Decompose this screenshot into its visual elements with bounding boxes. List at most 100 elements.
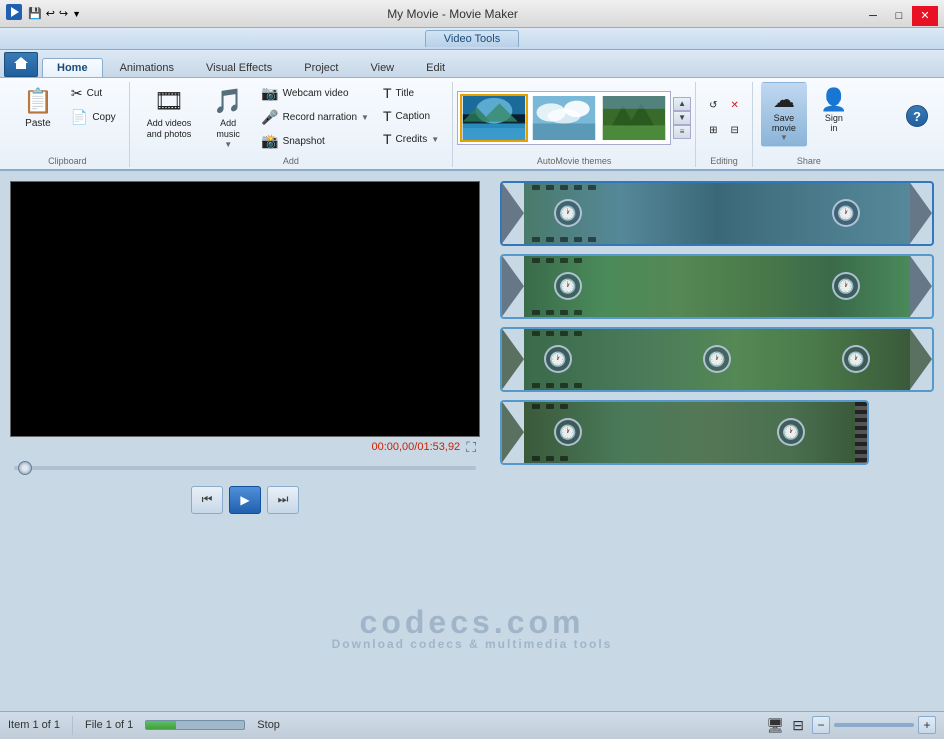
app-title: My Movie - Movie Maker — [85, 7, 820, 21]
video-tools-bar: Video Tools — [0, 28, 944, 50]
film-end-marks — [855, 402, 867, 463]
music-dropdown-arrow: ▼ — [224, 140, 232, 149]
clock-icon-2b: 🕐 — [832, 272, 860, 300]
screen-icon[interactable]: 🖥 — [766, 717, 784, 734]
webcam-button[interactable]: 📷 Webcam video — [256, 82, 374, 105]
theme-items — [457, 91, 671, 145]
help-button[interactable]: ? — [906, 105, 928, 127]
clock-icon-3b: 🕐 — [703, 345, 731, 373]
snapshot-button[interactable]: 📸 Snapshot — [256, 130, 374, 153]
arrow-left-3 — [502, 329, 524, 390]
copy-button[interactable]: 📄 Copy — [66, 106, 121, 129]
editing-buttons: ↺ ✕ — [704, 97, 744, 114]
clock-icon-3a: 🕐 — [544, 345, 572, 373]
status-separator-1 — [72, 716, 73, 735]
editing-label: Editing — [704, 154, 744, 167]
group-add: 🎞 Add videosand photos 🎵 Addmusic ▼ 📷 We… — [130, 82, 453, 167]
scrubber-track[interactable] — [14, 466, 476, 470]
time-display: 00:00,00/01:53,92 — [371, 441, 460, 453]
arrow-right-1 — [910, 183, 932, 244]
editing-buttons-row2: ⊞ ⊟ — [704, 122, 744, 139]
zoom-out-button[interactable]: − — [812, 716, 830, 734]
split-button[interactable]: ⊞ — [704, 122, 722, 139]
arrow-left-4 — [502, 402, 524, 463]
microphone-icon: 🎤 — [261, 109, 278, 126]
record-narration-button[interactable]: 🎤 Record narration ▼ — [256, 106, 374, 129]
clock-icon-1b: 🕐 — [832, 199, 860, 227]
add-videos-button[interactable]: 🎞 Add videosand photos — [138, 82, 201, 145]
item-count: Item 1 of 1 — [8, 719, 60, 731]
next-frame-button[interactable]: ⏭ — [267, 486, 299, 514]
clock-icon-1a: 🕐 — [554, 199, 582, 227]
tab-row: Home Animations Visual Effects Project V… — [0, 50, 944, 77]
status-bar: Item 1 of 1 File 1 of 1 Stop 🖥 ⊟ − + — [0, 711, 944, 739]
theme-scroll-more[interactable]: ≡ — [673, 125, 691, 139]
fullscreen-icon[interactable]: ⛶ — [466, 439, 476, 456]
frames-1: 🕐 🕐 — [524, 183, 910, 244]
cut-button[interactable]: ✂ Cut — [66, 82, 121, 105]
zoom-slider[interactable] — [834, 723, 914, 727]
theme-item-3[interactable] — [600, 94, 668, 142]
trim-button[interactable]: ⊟ — [726, 122, 744, 139]
title-bar: 💾 ↩ ↪ ▼ My Movie - Movie Maker ─ □ ✕ — [0, 0, 944, 28]
tab-home[interactable]: Home — [42, 58, 103, 77]
tab-visual-effects[interactable]: Visual Effects — [191, 58, 287, 77]
video-tools-label[interactable]: Video Tools — [425, 30, 519, 47]
save-movie-button[interactable]: ☁ Savemovie ▼ — [761, 82, 807, 147]
tab-project[interactable]: Project — [289, 58, 353, 77]
film-strip-2: 🕐 🕐 — [502, 256, 932, 317]
timeline-row-4[interactable]: 🕐 🕐 — [500, 400, 869, 465]
film-strip-4: 🕐 🕐 — [502, 402, 867, 463]
theme-item-1[interactable] — [460, 94, 528, 142]
share-content: ☁ Savemovie ▼ 👤 Signin — [761, 82, 857, 154]
save-movie-dropdown-arrow: ▼ — [780, 133, 788, 142]
close-button[interactable]: ✕ — [912, 6, 938, 26]
theme-scroll-up[interactable]: ▲ — [673, 97, 691, 111]
credits-button[interactable]: T Credits ▼ — [378, 128, 444, 150]
scrubber-thumb[interactable] — [18, 461, 32, 475]
rotate-left-button[interactable]: ↺ — [704, 97, 722, 114]
tab-view[interactable]: View — [355, 58, 409, 77]
time-row: 00:00,00/01:53,92 ⛶ — [10, 437, 480, 458]
theme-scroll-down[interactable]: ▼ — [673, 111, 691, 125]
status-right: 🖥 ⊟ − + — [766, 716, 936, 734]
add-content: 🎞 Add videosand photos 🎵 Addmusic ▼ 📷 We… — [138, 82, 444, 154]
clock-icon-4b: 🕐 — [777, 418, 805, 446]
editing-content: ↺ ✕ ⊞ ⊟ — [704, 82, 744, 154]
status-icon-2[interactable]: ⊟ — [792, 717, 804, 734]
minimize-button[interactable]: ─ — [860, 6, 886, 26]
automovie-label: AutoMovie themes — [457, 154, 691, 167]
scrubber[interactable] — [10, 460, 480, 476]
rewind-button[interactable]: ⏮ — [191, 486, 223, 514]
zoom-in-button[interactable]: + — [918, 716, 936, 734]
tab-edit[interactable]: Edit — [411, 58, 460, 77]
caption-button[interactable]: T Caption — [378, 105, 444, 127]
tab-animations[interactable]: Animations — [105, 58, 189, 77]
title-button[interactable]: T Title — [378, 82, 444, 104]
tab-home-btn[interactable] — [4, 52, 38, 77]
timeline-row-2[interactable]: 🕐 🕐 — [500, 254, 934, 319]
qa-undo[interactable]: ↩ — [46, 7, 55, 20]
sign-in-button[interactable]: 👤 Signin — [811, 82, 857, 138]
stop-button[interactable]: Stop — [257, 719, 280, 731]
ribbon-content: 📋 Paste ✂ Cut 📄 Copy Clipboard — [0, 77, 944, 169]
automovie-content: ▲ ▼ ≡ — [457, 82, 691, 154]
arrow-left-1 — [502, 183, 524, 244]
cut-copy-group: ✂ Cut 📄 Copy — [66, 82, 121, 129]
qa-redo[interactable]: ↪ — [59, 7, 68, 20]
add-music-button[interactable]: 🎵 Addmusic ▼ — [204, 82, 252, 154]
timeline-row-1[interactable]: 🕐 🕐 — [500, 181, 934, 246]
add-extras: 📷 Webcam video 🎤 Record narration ▼ 📸 Sn… — [256, 82, 374, 153]
timeline-row-3[interactable]: 🕐 🕐 🕐 — [500, 327, 934, 392]
rotate-right-button[interactable]: ✕ — [726, 97, 744, 114]
maximize-button[interactable]: □ — [886, 6, 912, 26]
preview-panel: 00:00,00/01:53,92 ⛶ ⏮ ▶ ⏭ — [0, 171, 490, 711]
save-movie-icon: ☁ — [773, 87, 795, 113]
paste-icon: 📋 — [23, 87, 53, 116]
qa-dropdown[interactable]: ▼ — [72, 9, 81, 19]
theme-item-2[interactable] — [530, 94, 598, 142]
clock-icon-3c: 🕐 — [842, 345, 870, 373]
paste-button[interactable]: 📋 Paste — [14, 82, 62, 134]
play-button[interactable]: ▶ — [229, 486, 261, 514]
qa-save[interactable]: 💾 — [28, 7, 42, 20]
